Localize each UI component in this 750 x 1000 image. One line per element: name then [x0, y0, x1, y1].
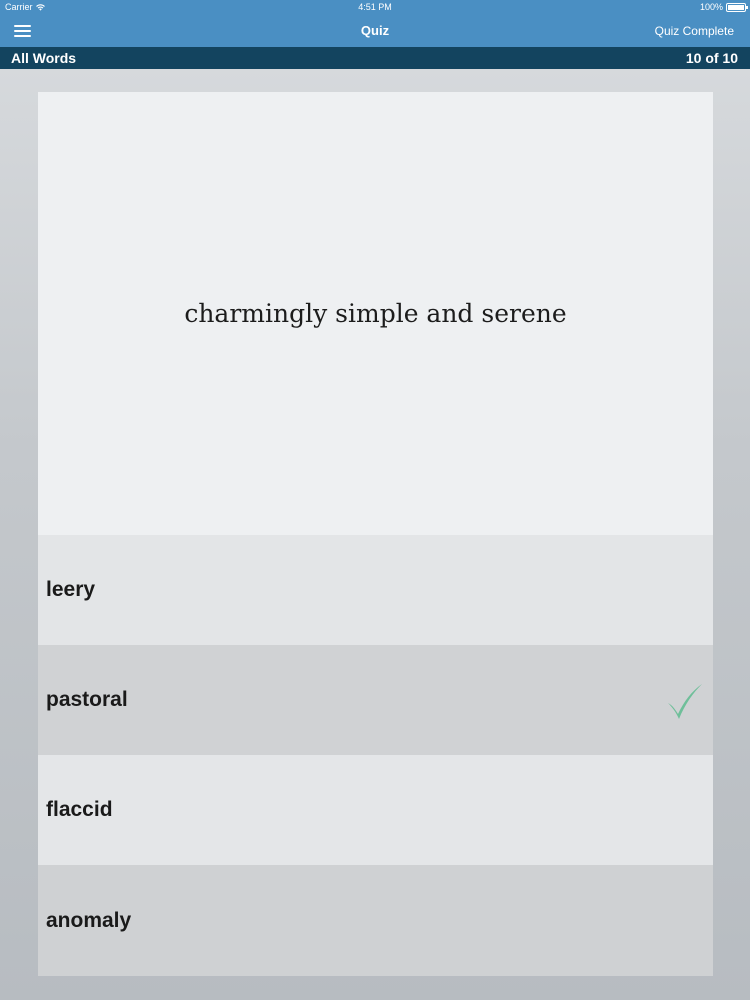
quiz-complete-button[interactable]: Quiz Complete	[655, 24, 734, 38]
quiz-progress: 10 of 10	[685, 50, 738, 66]
answer-option-flaccid[interactable]: flaccid	[38, 755, 713, 865]
quiz-prompt: charmingly simple and serene	[184, 299, 567, 328]
answer-label: flaccid	[46, 798, 113, 821]
nav-bar: Quiz Quiz Complete	[0, 14, 750, 47]
page-title: Quiz	[360, 23, 390, 38]
quiz-info-bar: All Words 10 of 10	[0, 47, 750, 69]
answer-label: anomaly	[46, 908, 132, 932]
answer-option-leery[interactable]: leery	[38, 535, 713, 645]
answer-label: pastoral	[46, 688, 128, 711]
deck-name: All Words	[11, 50, 77, 66]
answer-option-pastoral[interactable]: pastoral	[38, 645, 713, 755]
battery-indicator: 100%	[699, 2, 748, 12]
checkmark-icon	[668, 684, 702, 719]
battery-icon	[726, 2, 748, 12]
answer-label: leery	[46, 578, 96, 601]
quiz-card: charmingly simple and serene leery pasto…	[38, 92, 713, 976]
answer-option-anomaly[interactable]: anomaly	[38, 865, 713, 976]
battery-percent: 100%	[699, 2, 723, 12]
status-bar: Carrier 4:51 PM 100%	[0, 0, 750, 14]
status-time: 4:51 PM	[358, 2, 392, 12]
